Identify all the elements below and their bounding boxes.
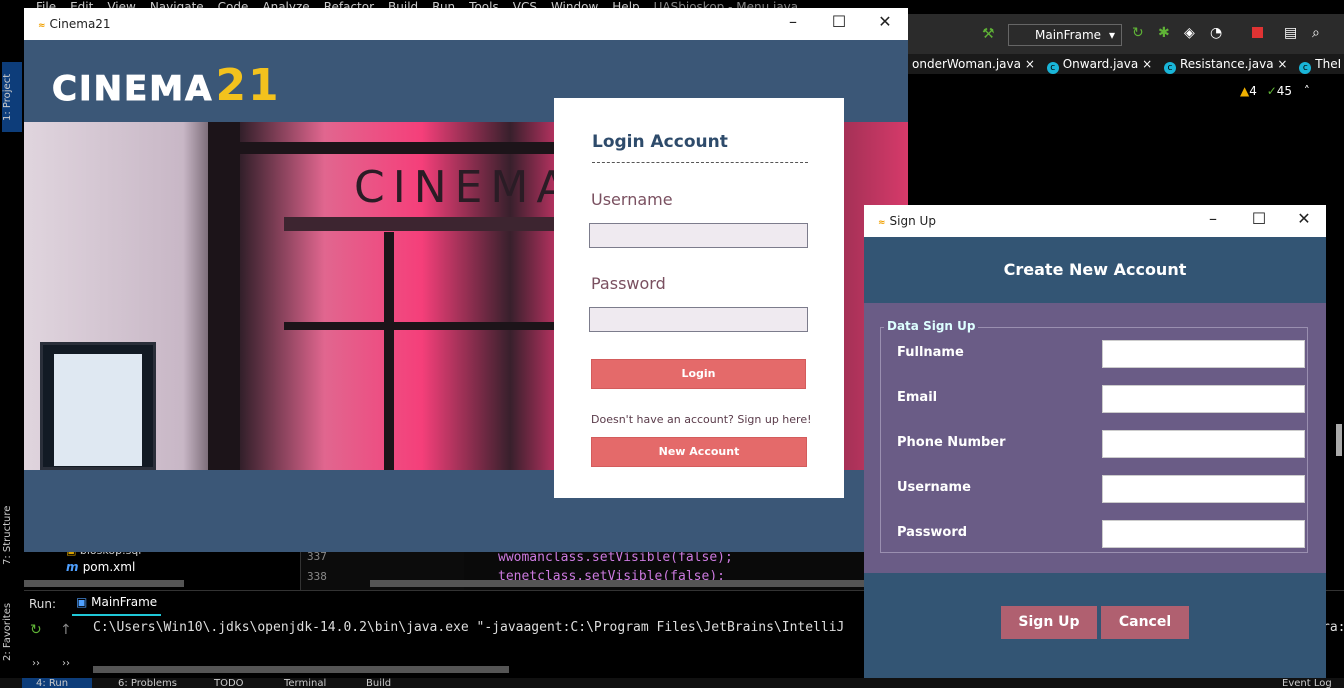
file-item[interactable]: m pom.xml: [66, 560, 135, 574]
minimize-button[interactable]: –: [782, 12, 804, 31]
editor-scrollbar[interactable]: [1336, 424, 1342, 456]
event-log-link[interactable]: Event Log: [1282, 678, 1332, 688]
username-label: Username: [591, 190, 673, 209]
project-tree: ▣ bioskop.sql m pom.xml: [24, 544, 300, 590]
tree-scrollbar[interactable]: [24, 580, 184, 587]
username-input[interactable]: [1102, 475, 1305, 503]
new-account-button[interactable]: New Account: [591, 437, 807, 467]
status-tab-terminal[interactable]: Terminal: [284, 678, 326, 688]
signup-hint: Doesn't have an account? Sign up here!: [591, 413, 812, 426]
profile-icon[interactable]: ◔: [1210, 25, 1222, 41]
window-icon: ▣: [76, 595, 92, 609]
editor-tab[interactable]: c Onward.java ×: [1043, 54, 1156, 74]
password-input[interactable]: [589, 307, 808, 332]
editor-tab[interactable]: c Resistance.java ×: [1160, 54, 1292, 74]
run-config-dropdown[interactable]: MainFrame ▾: [1008, 24, 1122, 46]
console-hscrollbar[interactable]: [93, 666, 509, 673]
password-label: Password: [897, 525, 968, 540]
hammer-icon[interactable]: ⚒: [982, 26, 995, 42]
ide-bottom-code: ▣ bioskop.sql m pom.xml 337 338 wwomancl…: [24, 544, 864, 590]
project-structure-icon[interactable]: ▤: [1284, 25, 1297, 41]
ide-statusbar: 4: Run 6: Problems TODO Terminal Build E…: [0, 678, 1344, 688]
signup-button[interactable]: Sign Up: [1001, 606, 1097, 639]
editor-tab-bar: onderWoman.java × c Onward.java × c Resist…: [908, 54, 1344, 74]
chevron-down-icon: ▾: [1108, 28, 1115, 42]
code-line[interactable]: wwomanclass.setVisible(false);: [498, 550, 864, 565]
stop-icon[interactable]: [1252, 27, 1263, 38]
window-title: Cinema21: [49, 17, 111, 31]
phone-input[interactable]: [1102, 430, 1305, 458]
line-number: 338: [307, 570, 327, 583]
maven-icon: m: [66, 560, 83, 574]
java-app-icon: ≈: [38, 21, 46, 31]
email-input[interactable]: [1102, 385, 1305, 413]
phone-label: Phone Number: [897, 435, 1006, 450]
run-config-label: MainFrame: [1035, 28, 1102, 42]
password-input[interactable]: [1102, 520, 1305, 548]
editor-tab[interactable]: onderWoman.java ×: [908, 54, 1039, 74]
editor-tab[interactable]: c TheI: [1295, 54, 1344, 74]
close-button[interactable]: ✕: [1293, 209, 1315, 228]
status-tab-run[interactable]: 4: Run: [22, 678, 92, 688]
rerun-icon[interactable]: ↻: [30, 622, 42, 638]
more-icon[interactable]: ››: [62, 658, 70, 669]
banner-sign-text: CINEMA: [354, 162, 575, 213]
warning-icon: ▲: [1240, 84, 1250, 98]
inspection-widget[interactable]: ▲4 ✓45 ˄: [1240, 84, 1310, 98]
close-icon[interactable]: ×: [1277, 57, 1287, 71]
close-button[interactable]: ✕: [874, 12, 896, 31]
title-divider: [592, 162, 808, 163]
close-icon[interactable]: ×: [1025, 57, 1035, 71]
ide-left-stripe: 1: Project 7: Structure 2: Favorites: [0, 14, 24, 688]
signup-heading: Create New Account: [864, 237, 1326, 303]
class-icon: c: [1299, 62, 1312, 74]
fullname-label: Fullname: [897, 345, 964, 360]
class-icon: c: [1163, 62, 1176, 74]
maximize-button[interactable]: ☐: [828, 12, 850, 31]
minimize-button[interactable]: –: [1202, 209, 1224, 228]
email-label: Email: [897, 390, 938, 405]
close-icon[interactable]: ×: [1142, 57, 1152, 71]
more-icon[interactable]: ››: [32, 658, 40, 669]
coverage-icon[interactable]: ◈: [1184, 25, 1195, 41]
username-label: Username: [897, 480, 971, 495]
chevron-up-icon[interactable]: ˄: [1304, 84, 1310, 98]
check-icon: ✓: [1266, 84, 1277, 98]
signup-form: Data Sign Up Fullname Email Phone Number…: [864, 303, 1326, 573]
username-input[interactable]: [589, 223, 808, 248]
cinema21-logo: CINEMA21: [51, 60, 281, 111]
maximize-button[interactable]: ☐: [1248, 209, 1270, 228]
cancel-button[interactable]: Cancel: [1101, 606, 1189, 639]
favorites-tool-tab[interactable]: 2: Favorites: [2, 592, 22, 672]
code-hscrollbar[interactable]: [370, 580, 864, 587]
search-everywhere-icon[interactable]: ⌕: [1312, 25, 1320, 41]
run-tab-mainframe[interactable]: ▣ MainFrame: [72, 595, 162, 617]
login-title: Login Account: [592, 132, 728, 152]
rerun-icon[interactable]: ↻: [1132, 25, 1144, 41]
group-title: Data Sign Up: [884, 319, 979, 333]
login-panel: Login Account Username Password Login Do…: [554, 98, 844, 498]
structure-tool-tab[interactable]: 7: Structure: [2, 492, 22, 578]
java-app-icon: ≈: [878, 218, 886, 228]
signup-titlebar[interactable]: ≈ Sign Up – ☐ ✕: [864, 205, 1326, 237]
cinema-titlebar[interactable]: ≈ Cinema21 – ☐ ✕: [24, 8, 908, 40]
console-output-line: C:\Users\Win10\.jdks\openjdk-14.0.2\bin\…: [93, 620, 845, 635]
status-tab-build[interactable]: Build: [366, 678, 391, 688]
up-arrow-icon[interactable]: ↑: [60, 622, 72, 638]
class-icon: c: [1046, 62, 1059, 74]
window-title: Sign Up: [889, 214, 936, 228]
login-button[interactable]: Login: [591, 359, 806, 389]
cinema-login-window: ≈ Cinema21 – ☐ ✕ CINEMA21 CINEMA Login Ac…: [24, 8, 908, 552]
check-count: 45: [1276, 84, 1293, 98]
ide-toolbar: ⚒ MainFrame ▾ ↻ ✱ ◈ ◔ ▤ ⌕: [908, 14, 1344, 54]
status-tab-problems[interactable]: 6: Problems: [118, 678, 177, 688]
warning-count: 4: [1249, 84, 1257, 98]
password-label: Password: [591, 274, 666, 293]
status-tab-todo[interactable]: TODO: [214, 678, 244, 688]
signup-window: ≈ Sign Up – ☐ ✕ Create New Account Data S…: [864, 205, 1326, 678]
run-label: Run:: [29, 597, 57, 611]
debug-icon[interactable]: ✱: [1158, 25, 1170, 41]
fullname-input[interactable]: [1102, 340, 1305, 368]
project-tool-tab[interactable]: 1: Project: [2, 62, 22, 132]
